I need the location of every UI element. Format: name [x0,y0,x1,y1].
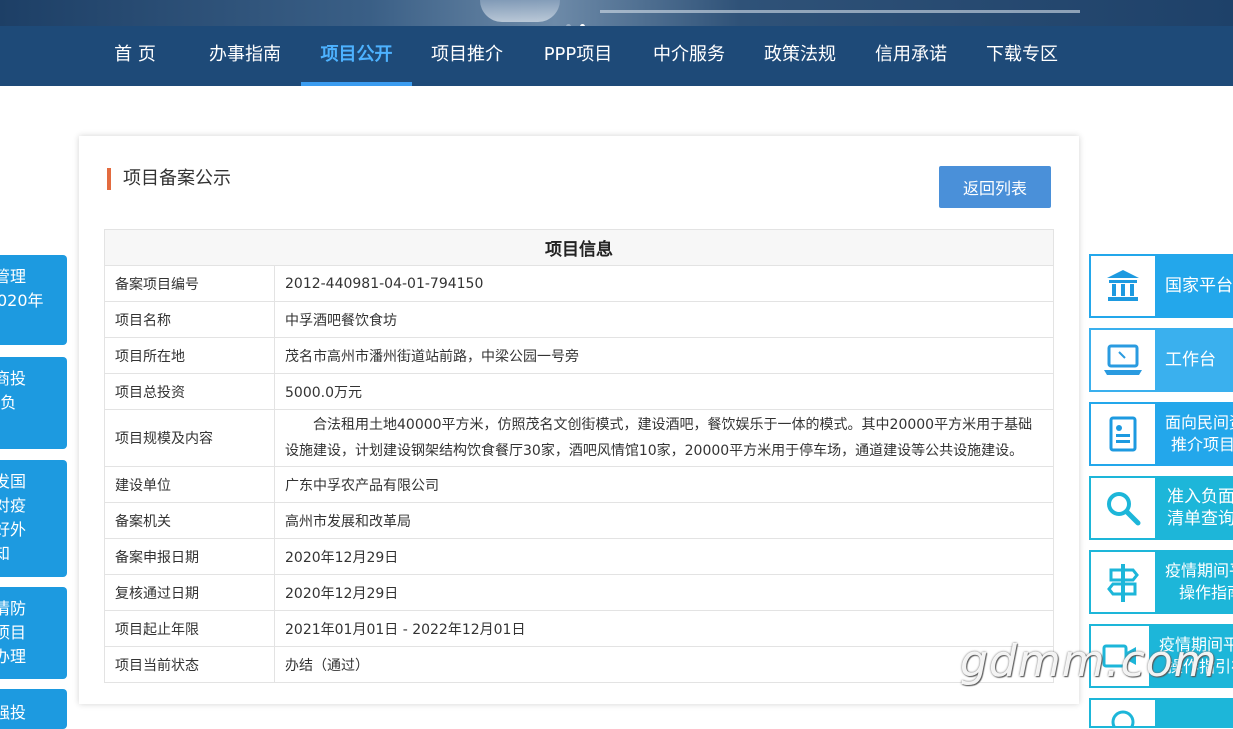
row-value: 广东中孚农产品有限公司 [274,466,1054,503]
left-link-text: 投资项目 [0,623,27,642]
row-label: 备案申报日期 [104,538,275,575]
table-row: 建设单位 广东中孚农产品有限公司 [104,466,1054,503]
laptop-icon [1091,330,1155,390]
nav-agency[interactable]: 中介服务 [644,26,734,86]
row-label: 备案项目编号 [104,265,275,302]
right-link-line: 操作指南 [1179,583,1233,602]
search-icon [1091,478,1155,538]
left-link-3[interactable]: 委转发国 厅应对疫 真做好外 的通知 [0,460,67,577]
left-link-5[interactable]: 委加强投 [0,689,67,729]
right-link-negative-list[interactable]: 准入负面 清单查询 [1089,476,1233,540]
table-row: 项目名称 中孚酒吧餐饮食坊 [104,301,1054,338]
row-label: 项目起止年限 [104,610,275,647]
left-link-text: 区外商投 [0,369,27,388]
table-row: 项目起止年限 2021年01月01日 - 2022年12月01日 [104,610,1054,647]
row-value: 中孚酒吧餐饮食坊 [274,301,1054,338]
row-label: 项目规模及内容 [104,409,275,467]
left-link-text: 020年 [0,291,44,310]
row-label: 项目名称 [104,301,275,338]
row-value: 5000.0万元 [274,373,1054,410]
signpost-icon [1091,552,1155,612]
nav-project-public[interactable]: 项目公开 [301,26,412,86]
project-info-table: 项目信息 备案项目编号 2012-440981-04-01-794150 项目名… [104,229,1054,683]
nav-policy[interactable]: 政策法规 [755,26,845,86]
right-link-text: 疫情期间平操作指南 [1155,552,1233,612]
row-value: 办结（通过） [274,646,1054,683]
circle-icon [1091,700,1155,726]
panel-title: 项目备案公示 [107,168,231,190]
right-link-line: 工作台 [1165,350,1216,370]
row-value: 合法租用土地40000平方米，仿照茂名文创街模式，建设酒吧，餐饮娱乐于一体的模式… [274,409,1054,467]
row-label: 备案机关 [104,502,275,539]
nav-project-promote[interactable]: 项目推介 [422,26,512,86]
row-value: 茂名市高州市潘州街道站前路，中梁公园一号旁 [274,337,1054,374]
right-link-text: 准入负面 清单查询 [1155,478,1233,538]
right-link-private-capital[interactable]: 面向民间资推介项目 [1089,402,1233,466]
right-link-text: 国家平台 [1155,256,1233,316]
table-row: 备案机关 高州市发展和改革局 [104,502,1054,539]
left-link-text: 厅应对疫 [0,496,27,515]
row-label: 项目总投资 [104,373,275,410]
table-row: 备案申报日期 2020年12月29日 [104,538,1054,575]
row-value: 2020年12月29日 [274,574,1054,611]
document-icon [1091,404,1155,464]
bank-icon [1091,256,1155,316]
right-link-line: 准入负面 [1167,487,1233,507]
table-row: 备案项目编号 2012-440981-04-01-794150 [104,265,1054,302]
right-link-text: 面向民间资推介项目 [1155,404,1233,464]
main-nav: 首 页 办事指南 项目公开 项目推介 PPP项目 中介服务 政策法规 信用承诺 … [0,26,1233,86]
left-link-4[interactable]: 委疫情防 投资项目 在线办理 [0,587,67,679]
row-value: 2021年01月01日 - 2022年12月01日 [274,610,1054,647]
back-to-list-button[interactable]: 返回列表 [939,166,1051,208]
right-link-line: 清单查询 [1167,509,1233,529]
right-link-line: 推介项目 [1171,435,1233,454]
row-label: 建设单位 [104,466,275,503]
row-value: 高州市发展和改革局 [274,502,1054,539]
row-value: 2012-440981-04-01-794150 [274,265,1054,302]
left-link-2[interactable]: 区外商投 措施(负 版)》 [0,357,67,449]
right-link-line: 面向民间资 [1165,413,1233,432]
nav-credit[interactable]: 信用承诺 [866,26,956,86]
project-detail-panel: 项目备案公示 返回列表 项目信息 备案项目编号 2012-440981-04-0… [79,136,1079,704]
nav-home[interactable]: 首 页 [100,26,170,86]
left-link-text: 特别管理 [0,267,27,286]
banner-bridge-image [480,0,560,22]
right-link-text [1155,700,1233,726]
table-row: 项目总投资 5000.0万元 [104,373,1054,410]
table-row: 项目所在地 茂名市高州市潘州街道站前路，中梁公园一号旁 [104,337,1054,374]
table-row: 项目当前状态 办结（通过） [104,646,1054,683]
left-link-text: 委转发国 [0,472,27,491]
table-header: 项目信息 [104,229,1054,266]
left-link-text: 在线办理 [0,647,27,666]
right-link-line: 国家平台 [1165,276,1233,296]
nav-ppp[interactable]: PPP项目 [533,26,623,86]
right-link-epidemic-guide[interactable]: 疫情期间平操作指南 [1089,550,1233,614]
right-link-more[interactable] [1089,698,1233,728]
hero-banner [0,0,1233,26]
row-label: 复核通过日期 [104,574,275,611]
left-link-text: 的通知 [0,544,11,563]
table-row: 项目规模及内容 合法租用土地40000平方米，仿照茂名文创街模式，建设酒吧，餐饮… [104,409,1054,467]
left-link-text: 措施(负 [0,393,17,412]
right-link-workbench[interactable]: 工作台 [1089,328,1233,392]
row-label: 项目当前状态 [104,646,275,683]
table-row: 复核通过日期 2020年12月29日 [104,574,1054,611]
site-watermark: gdmm.com [960,636,1218,687]
nav-guide[interactable]: 办事指南 [200,26,290,86]
right-link-national-platform[interactable]: 国家平台 [1089,254,1233,318]
left-link-text: 真做好外 [0,520,27,539]
left-link-text: 委加强投 [0,703,27,722]
nav-download[interactable]: 下载专区 [977,26,1067,86]
row-label: 项目所在地 [104,337,275,374]
right-link-line: 疫情期间平 [1165,561,1233,580]
left-link-text: 委疫情防 [0,599,27,618]
left-link-1[interactable]: 特别管理 020年 [0,255,67,345]
row-value: 2020年12月29日 [274,538,1054,575]
right-link-text: 工作台 [1155,330,1233,390]
left-link-text: 版)》 [0,415,67,439]
banner-deck-image [600,10,1080,13]
